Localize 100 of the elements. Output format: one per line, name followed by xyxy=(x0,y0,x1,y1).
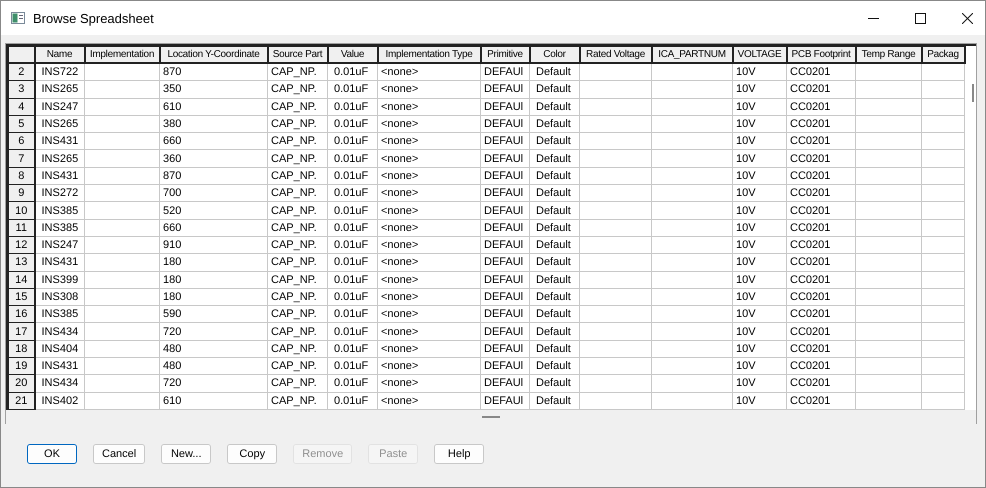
dialog-button[interactable]: Copy xyxy=(227,444,278,464)
table-cell: CC0201 xyxy=(786,167,856,185)
table-cell: DEFAUl xyxy=(480,184,530,202)
column-header[interactable]: VOLTAGE xyxy=(732,46,786,63)
table-cell: 10V xyxy=(732,63,786,81)
table-cell: 0.01uF xyxy=(328,202,378,220)
dialog-button[interactable]: OK xyxy=(27,444,77,464)
table-cell: CAP_NP. xyxy=(268,202,328,220)
table-cell: CC0201 xyxy=(786,271,856,288)
table-cell: CC0201 xyxy=(786,236,856,254)
table-cell: 10V xyxy=(732,184,786,202)
scrollbar-thumb[interactable] xyxy=(972,84,974,102)
table-cell: INS431 xyxy=(34,254,84,272)
column-header[interactable]: Implementation xyxy=(84,46,160,63)
row-header[interactable]: 9 xyxy=(8,184,34,202)
table-cell: 0.01uF xyxy=(328,219,378,236)
corner-cell xyxy=(8,46,34,63)
table-cell: 0.01uF xyxy=(328,184,378,202)
row-header[interactable]: 19 xyxy=(8,358,34,375)
table-cell: Default xyxy=(530,132,580,150)
table-cell: 0.01uF xyxy=(328,63,378,81)
row-header[interactable]: 16 xyxy=(8,306,34,323)
table-cell xyxy=(580,132,652,150)
table-cell xyxy=(922,98,964,116)
column-header[interactable]: PCB Footprint xyxy=(786,46,856,63)
row-header[interactable]: 6 xyxy=(8,132,34,150)
table-cell: <none> xyxy=(378,322,480,340)
column-header[interactable]: Temp Range xyxy=(856,46,922,63)
table-cell: <none> xyxy=(378,132,480,150)
table-cell: CAP_NP. xyxy=(268,150,328,168)
app-icon xyxy=(11,12,25,24)
table-cell: 10V xyxy=(732,340,786,358)
table-cell xyxy=(922,167,964,185)
column-header[interactable]: Source Part xyxy=(268,46,328,63)
table-cell xyxy=(580,306,652,323)
table-cell: 0.01uF xyxy=(328,115,378,133)
table-cell: DEFAUl xyxy=(480,236,530,254)
column-header[interactable]: Rated Voltage xyxy=(580,46,652,63)
row-header[interactable]: 11 xyxy=(8,219,34,236)
row-header[interactable]: 2 xyxy=(8,63,34,81)
table-cell: CAP_NP. xyxy=(268,98,328,116)
close-icon[interactable] xyxy=(962,12,973,24)
table-cell: CAP_NP. xyxy=(268,374,328,392)
table-cell: CC0201 xyxy=(786,150,856,168)
row-header[interactable]: 12 xyxy=(8,236,34,254)
table-cell: CC0201 xyxy=(786,358,856,375)
table-cell: Default xyxy=(530,98,580,116)
table-cell: 870 xyxy=(160,63,268,81)
table-cell xyxy=(580,340,652,358)
table-cell: <none> xyxy=(378,374,480,392)
table-cell: DEFAUl xyxy=(480,63,530,81)
table-cell: 10V xyxy=(732,202,786,220)
table-cell: Default xyxy=(530,167,580,185)
table-cell: <none> xyxy=(378,150,480,168)
row-header[interactable]: 8 xyxy=(8,167,34,185)
table-cell xyxy=(922,80,964,98)
row-header[interactable]: 20 xyxy=(8,374,34,392)
table-cell xyxy=(580,98,652,116)
column-header[interactable]: Name xyxy=(34,46,84,63)
row-header[interactable]: 5 xyxy=(8,115,34,133)
splitter-handle[interactable] xyxy=(482,416,500,418)
column-header[interactable]: Primitive xyxy=(480,46,530,63)
row-header[interactable]: 3 xyxy=(8,80,34,98)
column-header[interactable]: Color xyxy=(530,46,580,63)
row-header[interactable]: 14 xyxy=(8,271,34,288)
row-header[interactable]: 13 xyxy=(8,254,34,272)
column-header[interactable]: ICA_PARTNUM xyxy=(652,46,732,63)
row-header[interactable]: 7 xyxy=(8,150,34,168)
row-header[interactable]: 4 xyxy=(8,98,34,116)
table-cell: 0.01uF xyxy=(328,167,378,185)
table-cell: DEFAUl xyxy=(480,358,530,375)
column-header[interactable]: Implementation Type xyxy=(378,46,480,63)
row-header[interactable]: 21 xyxy=(8,392,34,410)
table-cell xyxy=(580,254,652,272)
table-cell xyxy=(580,288,652,306)
row-header[interactable]: 15 xyxy=(8,288,34,306)
table-cell: 0.01uF xyxy=(328,150,378,168)
table-cell xyxy=(922,374,964,392)
table-cell: Default xyxy=(530,288,580,306)
row-header[interactable]: 10 xyxy=(8,202,34,220)
table-cell: Default xyxy=(530,219,580,236)
dialog-button[interactable]: Help xyxy=(434,444,484,464)
table-cell: <none> xyxy=(378,358,480,375)
table-cell: 0.01uF xyxy=(328,254,378,272)
table-cell xyxy=(580,374,652,392)
maximize-icon[interactable] xyxy=(915,12,926,24)
table-cell: INS247 xyxy=(34,236,84,254)
table-cell: CC0201 xyxy=(786,115,856,133)
table-cell: <none> xyxy=(378,236,480,254)
column-header[interactable]: Packag xyxy=(922,46,964,63)
table-cell xyxy=(580,115,652,133)
table-cell xyxy=(856,184,922,202)
table-cell: <none> xyxy=(378,167,480,185)
column-header[interactable]: Value xyxy=(328,46,378,63)
row-header[interactable]: 18 xyxy=(8,340,34,358)
row-header[interactable]: 17 xyxy=(8,322,34,340)
table-cell: 870 xyxy=(160,167,268,185)
dialog-button[interactable]: Cancel xyxy=(93,444,146,464)
column-header[interactable]: Location Y-Coordinate xyxy=(160,46,268,63)
dialog-button[interactable]: New... xyxy=(161,444,212,464)
